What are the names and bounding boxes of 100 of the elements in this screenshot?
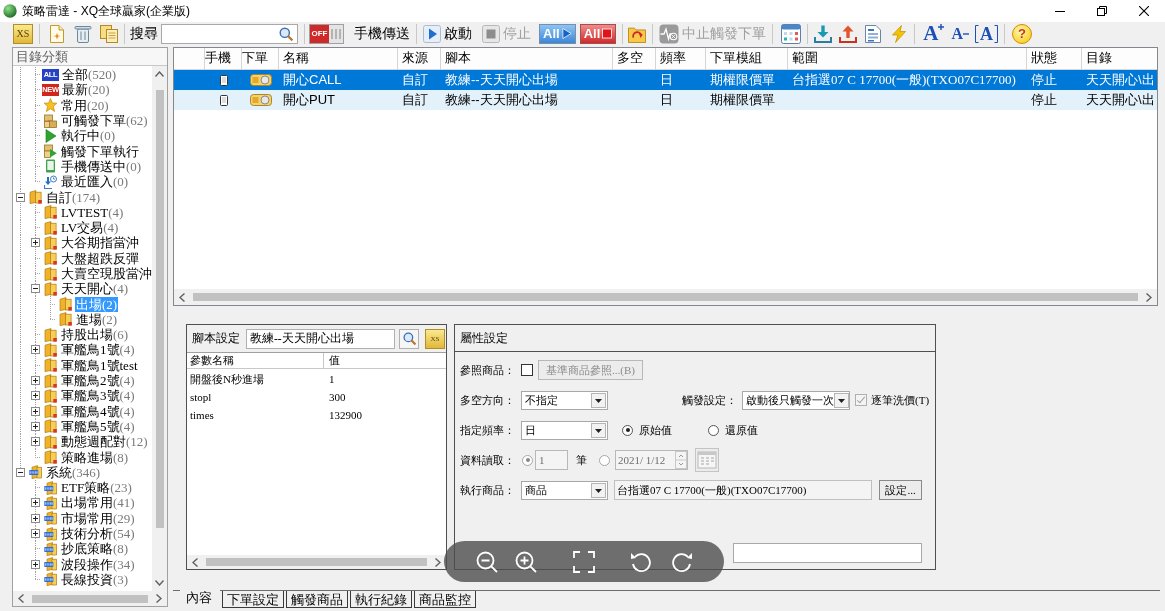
field-label: 多空方向： xyxy=(460,392,516,408)
import-clock-icon xyxy=(44,174,57,189)
expand-box-icon[interactable] xyxy=(31,513,40,523)
column-header[interactable]: 值 xyxy=(324,353,340,368)
tree-item[interactable]: 系統(346) xyxy=(45,464,102,480)
expand-box-icon[interactable] xyxy=(31,437,40,447)
product-dropdown[interactable]: 商品 xyxy=(521,480,608,500)
tree-item[interactable]: 技術分析(54) xyxy=(60,526,136,542)
param-value: 1 xyxy=(328,373,335,385)
tree-item[interactable]: ETF策略(23) xyxy=(60,480,133,496)
expand-box-icon[interactable] xyxy=(31,406,40,416)
upload-icon[interactable] xyxy=(839,24,858,43)
tab[interactable]: 下單設定 xyxy=(222,591,284,608)
tree-item[interactable]: 長線投資(3) xyxy=(60,571,130,587)
column-header[interactable]: 參數名稱 xyxy=(187,353,324,368)
toggle-switch[interactable]: OFF xyxy=(309,23,344,44)
radio-button[interactable] xyxy=(622,424,633,436)
symbol-field[interactable]: 台指選07 C 17700(一般)(TXO07C17700) xyxy=(614,480,872,500)
tree-item[interactable]: 進場(2) xyxy=(75,311,119,327)
search-field[interactable] xyxy=(161,23,298,44)
collapse-box-icon[interactable] xyxy=(16,192,25,202)
scroll-right-icon[interactable] xyxy=(156,594,162,603)
close-icon[interactable] xyxy=(1139,6,1149,16)
toggle-icon xyxy=(249,94,272,106)
font-larger-button[interactable]: A xyxy=(923,23,945,44)
param-name: 開盤後N秒進場 xyxy=(189,371,265,387)
horizontal-scrollbar[interactable] xyxy=(187,555,446,569)
expand-box-icon[interactable] xyxy=(31,391,40,401)
scroll-right-icon[interactable] xyxy=(1146,292,1152,302)
collapse-box-icon[interactable] xyxy=(31,284,40,294)
expand-box-icon[interactable] xyxy=(31,238,40,248)
script-field[interactable]: 教練--天天開心出場 xyxy=(246,328,395,349)
tree-item[interactable]: LV交易(4) xyxy=(60,220,120,236)
new-file-icon[interactable] xyxy=(48,24,66,43)
stop-square-icon xyxy=(482,24,500,43)
scroll-left-icon[interactable] xyxy=(179,292,185,302)
font-smaller-button[interactable]: A xyxy=(951,25,969,42)
rotate-right-icon[interactable] xyxy=(671,550,693,573)
expand-box-icon[interactable] xyxy=(31,421,40,431)
tab[interactable]: 觸發商品 xyxy=(286,591,348,608)
table-row[interactable]: 開心PUT 自訂 教練--天天開心出場 日 期權限價單 停止 天天開心\出 xyxy=(174,90,1157,110)
tree-item[interactable]: 出場常用(41) xyxy=(60,495,136,511)
expand-box-icon[interactable] xyxy=(31,559,40,569)
expand-box-icon[interactable] xyxy=(31,498,40,508)
scrollbar-thumb[interactable] xyxy=(32,594,148,603)
expand-box-icon[interactable] xyxy=(31,376,40,386)
collapse-box-icon[interactable] xyxy=(16,467,25,477)
tree-item[interactable]: 執行中(0) xyxy=(60,128,117,144)
direction-dropdown[interactable]: 不指定 xyxy=(521,390,608,410)
fullscreen-icon[interactable] xyxy=(573,550,595,573)
tree-item[interactable]: 常用(20) xyxy=(60,97,110,113)
scroll-right-icon[interactable] xyxy=(435,557,441,567)
horizontal-scrollbar[interactable] xyxy=(174,289,1157,305)
radio-button[interactable] xyxy=(708,424,719,436)
rotate-left-icon[interactable] xyxy=(630,550,652,573)
document-icon[interactable] xyxy=(864,24,883,43)
scroll-down-icon[interactable] xyxy=(155,580,164,586)
search-icon[interactable] xyxy=(279,26,293,41)
scroll-left-icon[interactable] xyxy=(192,557,198,567)
scrollbar-thumb[interactable] xyxy=(206,558,427,566)
horizontal-scrollbar[interactable] xyxy=(13,591,167,606)
remark-field[interactable] xyxy=(733,543,922,563)
tree-item[interactable]: LVTEST(4) xyxy=(60,204,125,220)
trash-icon[interactable] xyxy=(74,24,92,43)
start-button[interactable]: 啟動 xyxy=(423,22,472,45)
radio-label: 還原值 xyxy=(725,422,758,438)
scroll-left-icon[interactable] xyxy=(18,594,24,603)
tree-item[interactable]: 最近匯入(0) xyxy=(60,174,130,190)
copy-icon[interactable] xyxy=(100,24,118,43)
column-header[interactable]: 手機 xyxy=(205,48,242,69)
scroll-up-icon[interactable] xyxy=(155,71,164,77)
folder-icon xyxy=(44,343,57,357)
vertical-scrollbar[interactable] xyxy=(152,66,167,591)
column-header[interactable]: 下單 xyxy=(242,48,279,69)
scrollbar-thumb[interactable] xyxy=(193,293,1138,301)
tab[interactable]: 執行紀錄 xyxy=(350,591,412,608)
spinner-icon[interactable] xyxy=(675,451,687,469)
xs-button[interactable]: XS xyxy=(13,23,33,44)
tree-item[interactable]: 最新(20) xyxy=(61,82,111,98)
tree-item[interactable]: 全部(520) xyxy=(61,67,118,83)
expand-box-icon[interactable] xyxy=(31,345,40,355)
scrollbar-thumb[interactable] xyxy=(155,90,164,528)
tree-item[interactable]: 自訂(174) xyxy=(45,189,102,205)
search-button[interactable] xyxy=(399,328,419,349)
zoom-in-icon[interactable] xyxy=(515,550,537,573)
calendar-grid-icon[interactable] xyxy=(781,23,802,44)
expand-box-icon[interactable] xyxy=(31,529,40,539)
help-button[interactable]: ? xyxy=(1012,23,1032,44)
settings-button[interactable]: 設定... xyxy=(879,480,922,500)
zoom-out-icon[interactable] xyxy=(476,550,498,573)
stop-all-button[interactable]: All xyxy=(579,23,617,44)
download-icon[interactable] xyxy=(814,24,833,43)
table-row[interactable]: 開心CALL 自訂 教練--天天開心出場 日 期權限價單 台指選07 C 17700(一般)(TXO07C17700) 停止 天天開心\出 xyxy=(174,70,1157,90)
font-reset-button[interactable]: A xyxy=(975,24,998,43)
trigger-dropdown[interactable]: 啟動後只觸發一次 xyxy=(742,390,850,410)
tab[interactable]: 商品監控 xyxy=(414,591,476,608)
restore-icon[interactable] xyxy=(1097,6,1107,16)
tree-item[interactable]: 天天開心(4) xyxy=(60,281,130,297)
frequency-dropdown[interactable]: 日 xyxy=(521,420,608,440)
labeled-folder-icon xyxy=(44,511,57,526)
